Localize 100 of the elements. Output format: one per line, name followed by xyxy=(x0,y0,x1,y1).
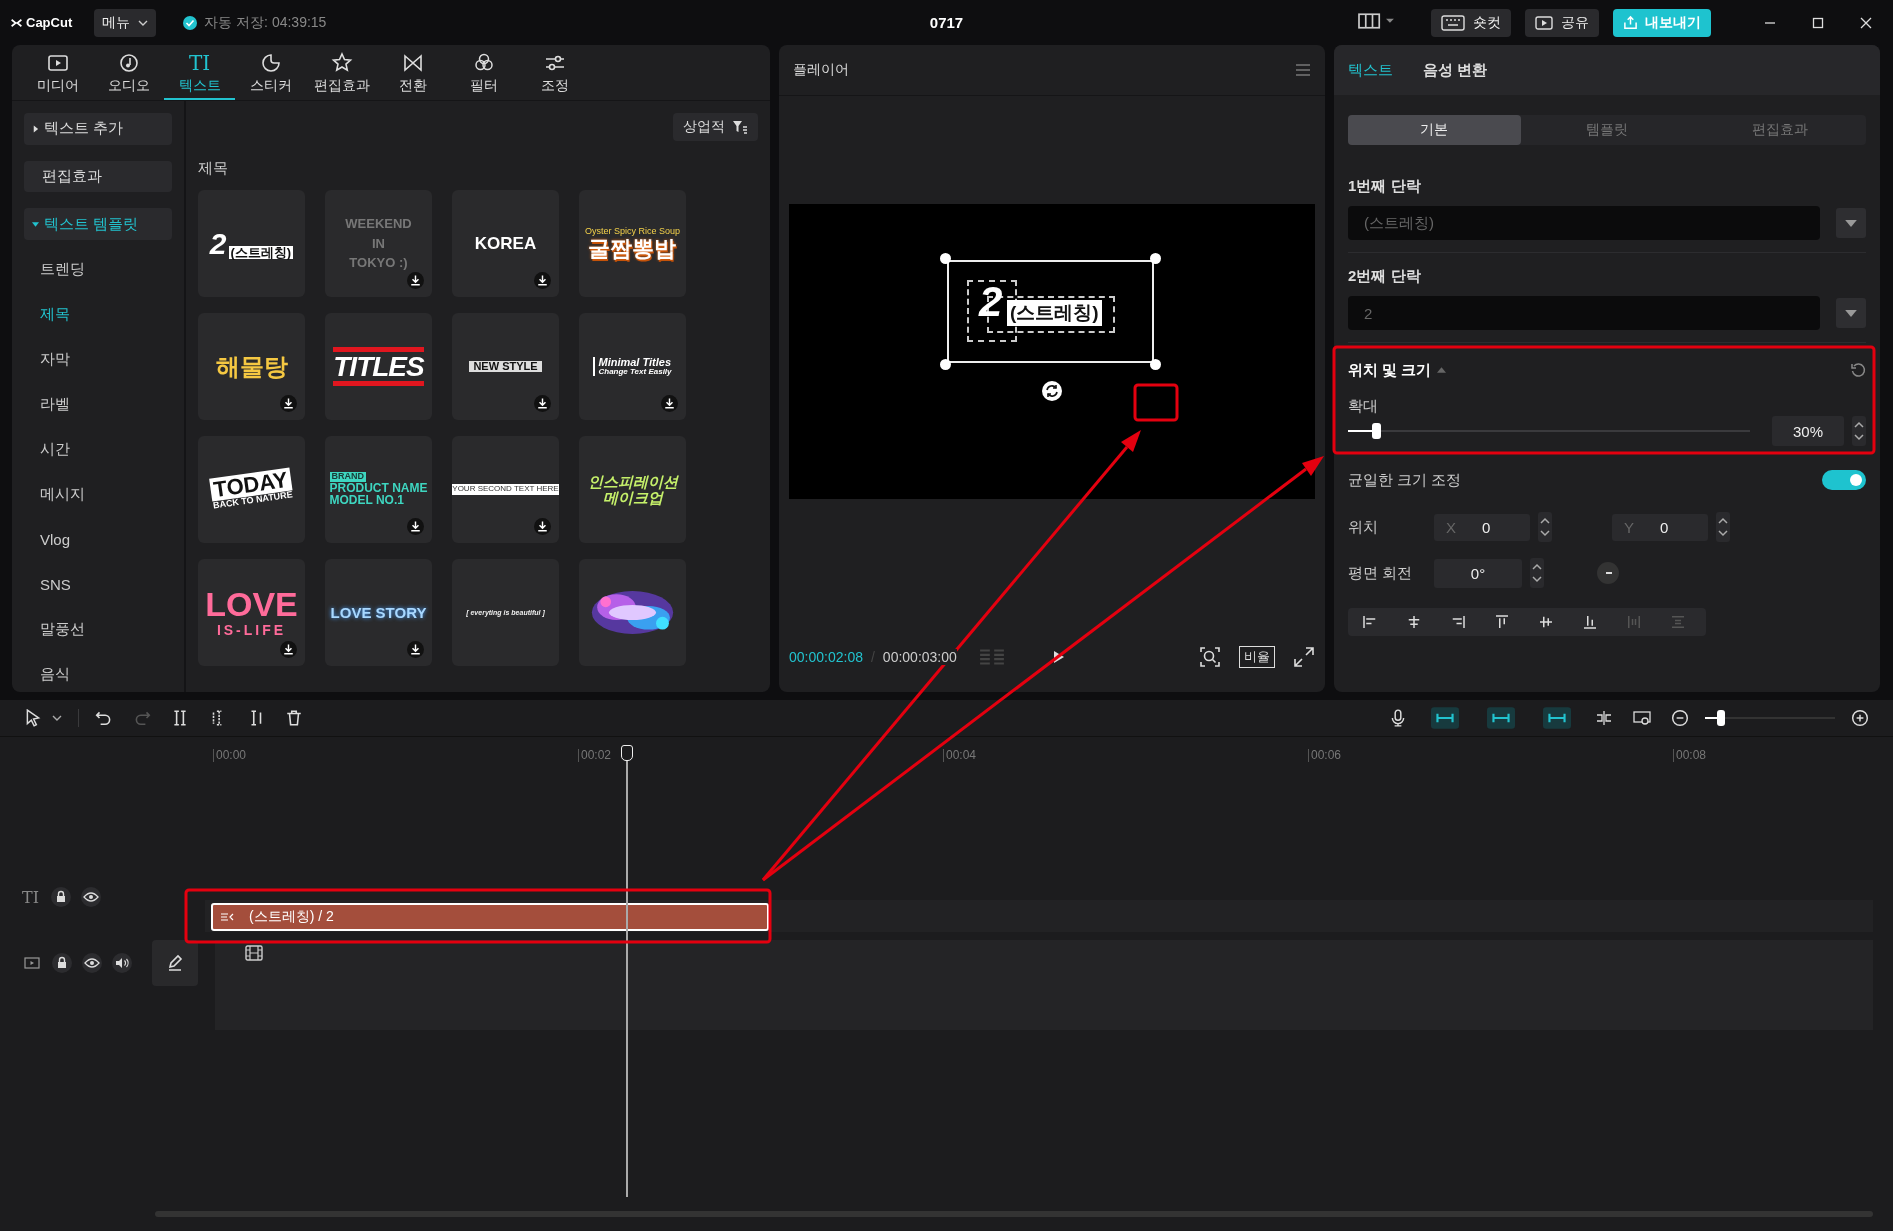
stepper-icon[interactable] xyxy=(1530,558,1544,588)
maximize-icon[interactable] xyxy=(1812,16,1824,29)
template-card[interactable]: BRAND PRODUCT NAME MODEL NO.1 xyxy=(325,436,432,543)
media-tab[interactable]: 스티커 xyxy=(235,45,306,100)
rotation-dial[interactable] xyxy=(1596,561,1620,585)
toggle-switch[interactable] xyxy=(1822,470,1866,490)
undo-icon[interactable] xyxy=(95,709,113,727)
stepper-icon[interactable] xyxy=(1538,512,1552,542)
delete-icon[interactable] xyxy=(285,709,303,727)
snap-toggle-icon[interactable] xyxy=(1487,707,1515,729)
media-tab[interactable]: 편집효과 xyxy=(306,45,377,100)
shortcut-button[interactable]: 숏컷 xyxy=(1431,8,1511,37)
template-card[interactable]: NEW STYLE xyxy=(452,313,559,420)
sidebar-item[interactable]: 트렌딩 xyxy=(24,252,172,287)
media-tab[interactable]: 전환 xyxy=(377,45,448,100)
media-tab[interactable]: 필터 xyxy=(448,45,519,100)
template-card[interactable]: LOVE STORY xyxy=(325,559,432,666)
zoom-slider[interactable] xyxy=(1705,710,1835,726)
sidebar-item[interactable]: 시간 xyxy=(24,432,172,467)
speaker-icon[interactable] xyxy=(112,953,132,973)
lock-icon[interactable] xyxy=(52,953,72,973)
split-icon[interactable] xyxy=(171,709,189,727)
text-clip[interactable]: (스트레칭) / 2 xyxy=(211,903,769,931)
selection-box[interactable]: 2 (스트레칭) xyxy=(947,260,1154,363)
sort-button[interactable]: 상업적 xyxy=(673,113,758,141)
download-icon[interactable] xyxy=(407,518,424,535)
edit-button[interactable] xyxy=(152,940,198,986)
y-field[interactable]: Y 0 xyxy=(1612,513,1708,541)
playhead[interactable] xyxy=(621,745,633,1197)
sidebar-button[interactable]: 텍스트 추가 xyxy=(24,113,172,145)
reset-icon[interactable] xyxy=(1850,362,1866,378)
download-icon[interactable] xyxy=(534,395,551,412)
resize-handle[interactable] xyxy=(940,253,951,264)
zoom-out-icon[interactable] xyxy=(1671,709,1689,727)
template-card[interactable]: Oyster Spicy Rice Soup 굴짬뽕밥 xyxy=(579,190,686,297)
sidebar-item[interactable]: 음식 xyxy=(24,657,172,692)
resize-handle[interactable] xyxy=(940,359,951,370)
resize-handle[interactable] xyxy=(1150,359,1161,370)
sidebar-item[interactable]: Vlog xyxy=(24,522,172,557)
template-card[interactable]: 해물탕 xyxy=(198,313,305,420)
sidebar-button[interactable]: 편집효과 xyxy=(24,160,172,193)
preview-icon[interactable] xyxy=(1633,709,1651,727)
media-tab[interactable]: 미디어 xyxy=(22,45,93,100)
rotation-field[interactable]: 0° xyxy=(1434,558,1522,588)
caret-icon[interactable] xyxy=(52,715,62,721)
split-view-icon[interactable] xyxy=(1595,709,1613,727)
download-icon[interactable] xyxy=(280,395,297,412)
media-tab[interactable]: 조정 xyxy=(519,45,590,100)
fullscreen-icon[interactable] xyxy=(1293,646,1315,668)
select-icon[interactable] xyxy=(24,709,42,727)
dropdown-button[interactable] xyxy=(1836,298,1866,328)
scale-field[interactable]: 30% xyxy=(1772,416,1844,446)
stepper-icon[interactable] xyxy=(1852,416,1866,446)
sidebar-item[interactable]: 자막 xyxy=(24,342,172,377)
eye-icon[interactable] xyxy=(82,953,102,973)
lock-icon[interactable] xyxy=(51,887,71,907)
zoom-fit-icon[interactable] xyxy=(1199,646,1221,668)
download-icon[interactable] xyxy=(534,272,551,289)
download-icon[interactable] xyxy=(534,518,551,535)
ratio-button[interactable]: 비율 xyxy=(1239,646,1275,668)
microphone-icon[interactable] xyxy=(1389,709,1407,727)
snap-toggle-icon[interactable] xyxy=(1431,707,1459,729)
template-card[interactable]: YOUR SECOND TEXT HERE xyxy=(452,436,559,543)
sidebar-item[interactable]: 말풍선 xyxy=(24,612,172,647)
download-icon[interactable] xyxy=(407,641,424,658)
template-card[interactable]: 인스피레이션 메이크업 xyxy=(579,436,686,543)
menu-icon[interactable] xyxy=(1295,64,1311,76)
dropdown-button[interactable] xyxy=(1836,208,1866,238)
download-icon[interactable] xyxy=(280,641,297,658)
segment-tab[interactable]: 기본 xyxy=(1348,115,1521,145)
template-card[interactable]: Minimal Titles Change Text Easily xyxy=(579,313,686,420)
sidebar-group[interactable]: 텍스트 템플릿 xyxy=(24,208,172,240)
stepper-icon[interactable] xyxy=(1716,512,1730,542)
template-card[interactable]: TITLES xyxy=(325,313,432,420)
play-icon[interactable] xyxy=(1052,650,1065,664)
eye-icon[interactable] xyxy=(81,887,101,907)
snap-toggle-icon[interactable] xyxy=(1543,707,1571,729)
template-card[interactable]: TODAY BACK TO NATURE xyxy=(198,436,305,543)
sidebar-item[interactable]: SNS xyxy=(24,567,172,602)
template-card[interactable]: LOVE IS-LIFE xyxy=(198,559,305,666)
rotate-icon[interactable] xyxy=(1042,381,1062,401)
sidebar-item[interactable]: 라벨 xyxy=(24,387,172,422)
zoom-in-icon[interactable] xyxy=(1851,709,1869,727)
sidebar-item[interactable]: 제목 xyxy=(24,297,172,332)
share-button[interactable]: 공유 xyxy=(1525,8,1599,37)
scale-slider[interactable] xyxy=(1348,423,1750,439)
inspector-tab[interactable]: 텍스트 xyxy=(1348,60,1393,80)
sidebar-item[interactable]: 메시지 xyxy=(24,477,172,512)
resize-handle[interactable] xyxy=(1150,253,1161,264)
inspector-tab[interactable]: 음성 변환 xyxy=(1423,60,1488,80)
menu-button[interactable]: 메뉴 xyxy=(94,8,157,37)
x-field[interactable]: X 0 xyxy=(1434,513,1530,541)
template-card[interactable]: KOREA xyxy=(452,190,559,297)
media-tab[interactable]: 오디오 xyxy=(93,45,164,100)
download-icon[interactable] xyxy=(661,395,678,412)
close-icon[interactable] xyxy=(1860,16,1872,29)
align-top-icon xyxy=(1493,613,1511,631)
download-icon[interactable] xyxy=(407,272,424,289)
media-tab[interactable]: TI 텍스트 xyxy=(164,45,235,100)
collapse-icon[interactable] xyxy=(1437,367,1447,373)
